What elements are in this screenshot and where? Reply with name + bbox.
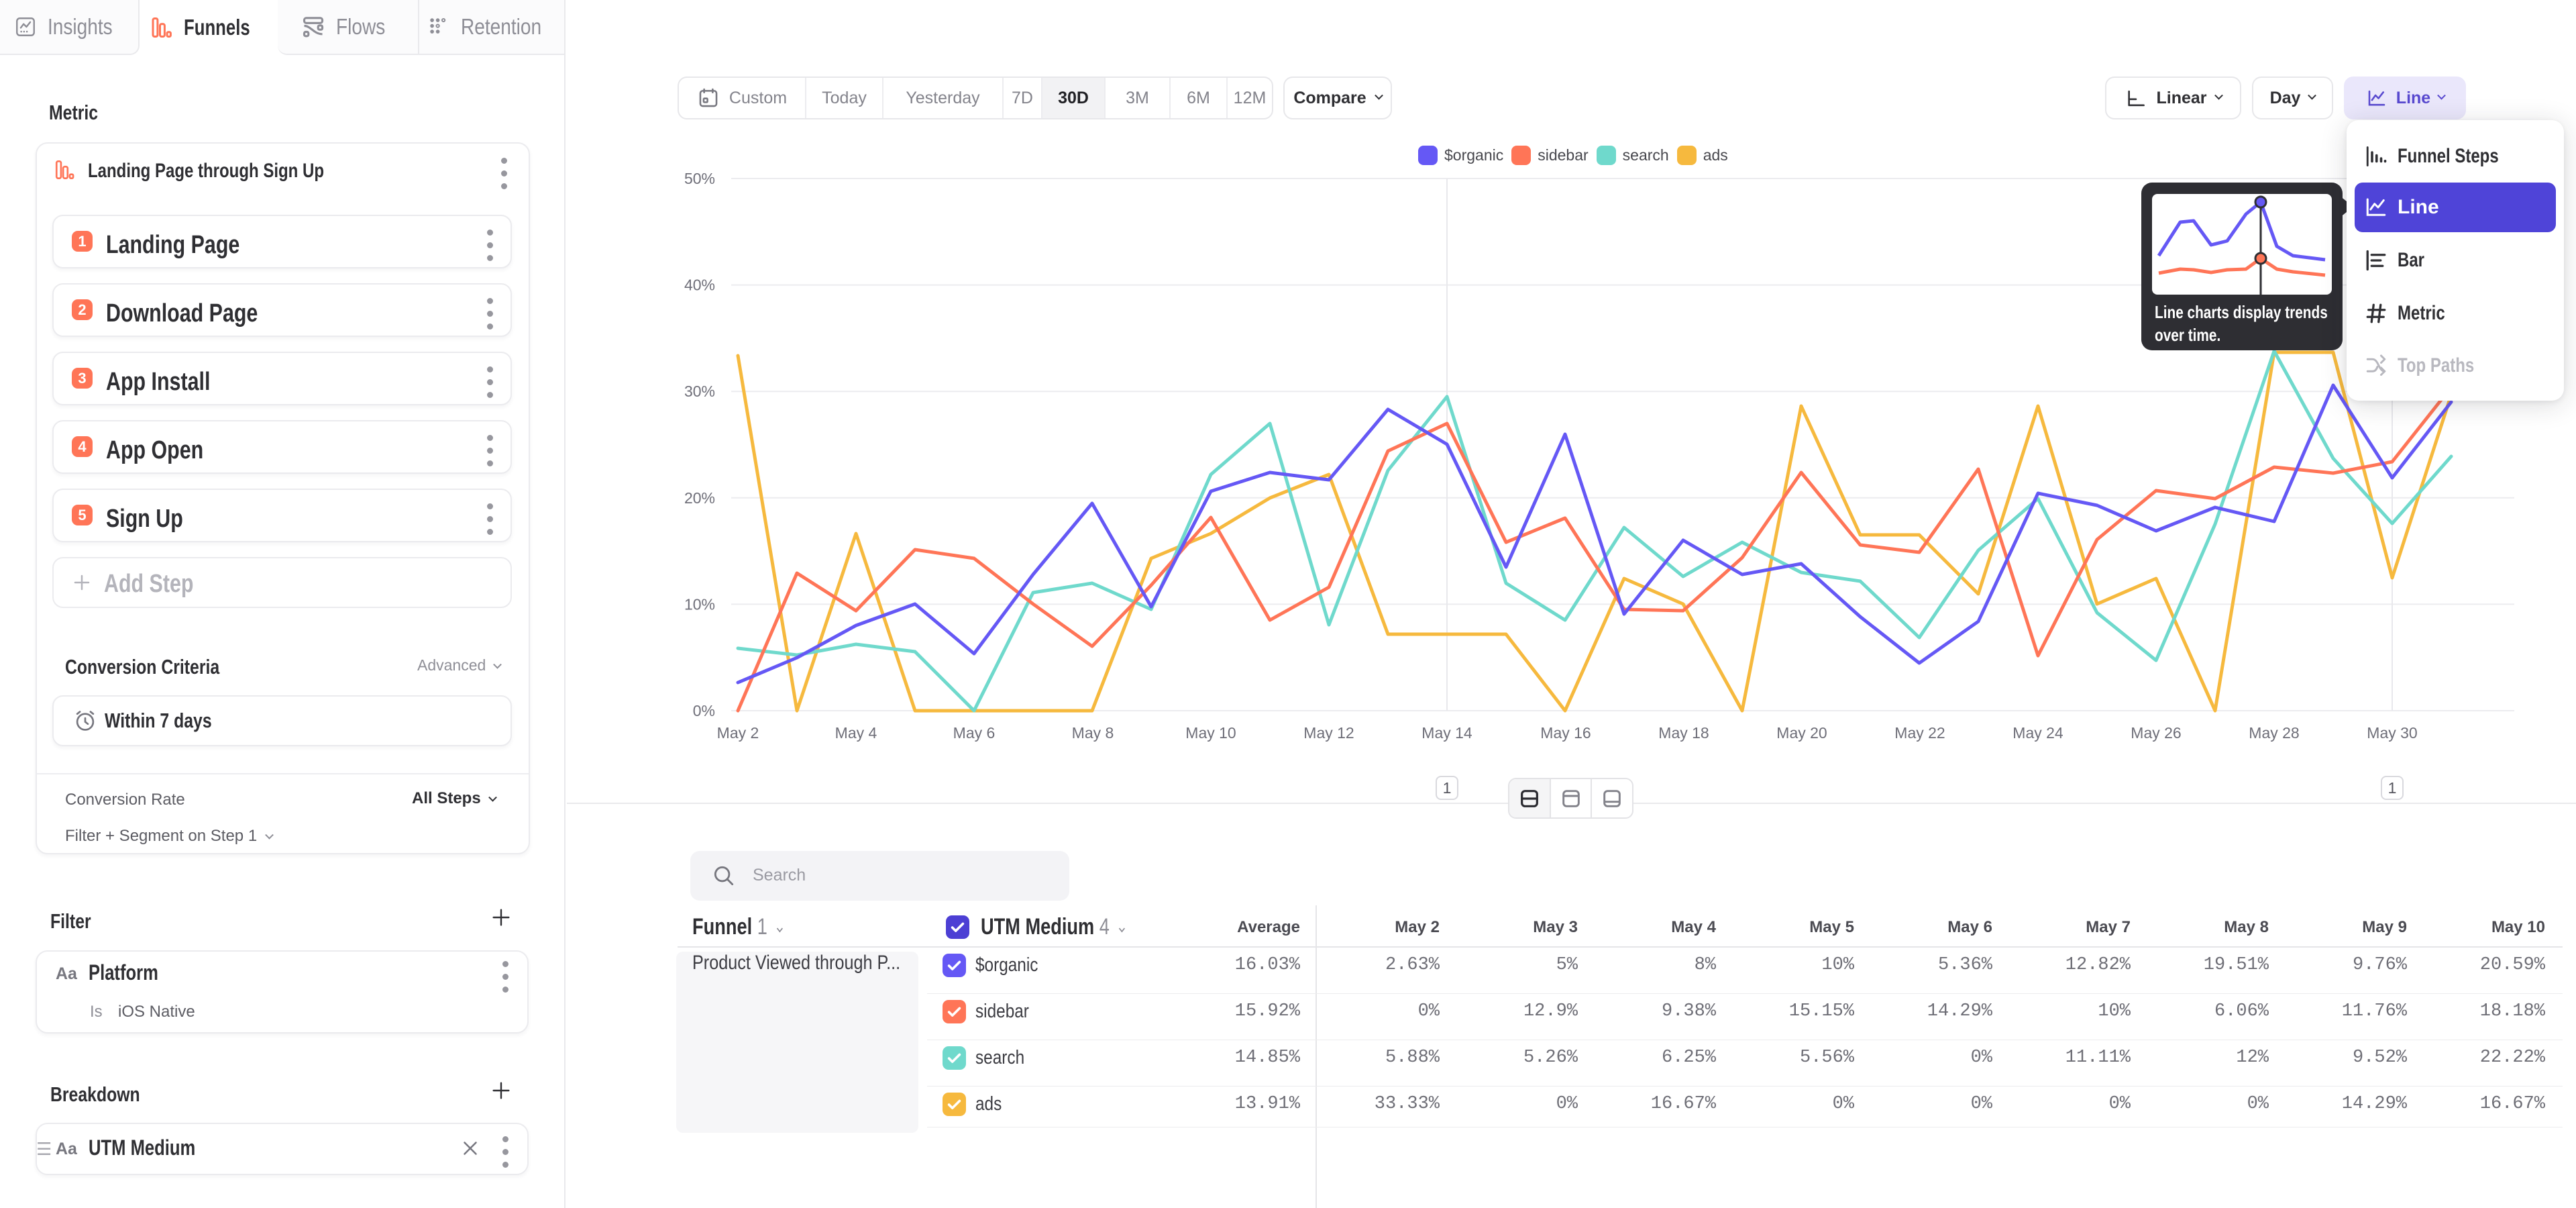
svg-text:May 14: May 14 <box>1421 724 1472 742</box>
svg-text:May 4: May 4 <box>835 724 877 742</box>
svg-text:May 18: May 18 <box>1658 724 1709 742</box>
svg-text:May 28: May 28 <box>2249 724 2299 742</box>
svg-text:May 12: May 12 <box>1303 724 1354 742</box>
svg-text:May 22: May 22 <box>1894 724 1945 742</box>
svg-text:30%: 30% <box>684 383 715 400</box>
svg-text:20%: 20% <box>684 489 715 507</box>
svg-text:May 16: May 16 <box>1540 724 1591 742</box>
svg-text:May 2: May 2 <box>717 724 759 742</box>
svg-text:May 24: May 24 <box>2012 724 2063 742</box>
svg-text:50%: 50% <box>684 170 715 187</box>
svg-text:40%: 40% <box>684 276 715 294</box>
svg-text:May 20: May 20 <box>1776 724 1827 742</box>
svg-text:May 8: May 8 <box>1072 724 1114 742</box>
svg-text:May 26: May 26 <box>2131 724 2181 742</box>
svg-text:10%: 10% <box>684 595 715 613</box>
svg-text:May 10: May 10 <box>1185 724 1236 742</box>
svg-text:May 30: May 30 <box>2367 724 2417 742</box>
svg-text:0%: 0% <box>693 702 715 719</box>
svg-text:May 6: May 6 <box>953 724 996 742</box>
